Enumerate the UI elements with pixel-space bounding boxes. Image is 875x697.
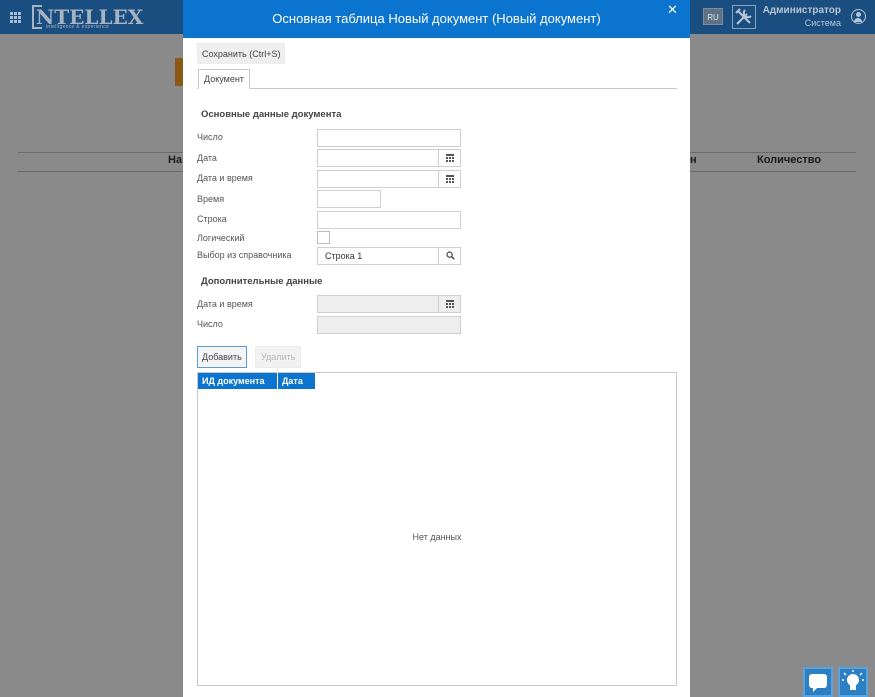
user-name[interactable]: Администратор [763, 5, 841, 16]
dialog-title: Основная таблица Новый документ (Новый д… [272, 11, 601, 26]
chat-icon [809, 674, 827, 692]
tab-divider [197, 88, 677, 89]
background-column-header: На [168, 154, 183, 166]
background-column-header: н [690, 154, 697, 166]
time-input[interactable] [317, 190, 381, 208]
extra-number-input [317, 316, 461, 334]
bool-checkbox[interactable] [317, 231, 330, 244]
intellex-logo[interactable]: NTELLEX intelligence & experience [32, 4, 143, 30]
date-label: Дата [197, 153, 217, 163]
datetime-input[interactable] [317, 170, 439, 188]
calendar-icon [446, 175, 454, 183]
tab-document[interactable]: Документ [198, 69, 250, 89]
add-button[interactable]: Добавить [197, 346, 247, 368]
extra-datetime-input [317, 295, 439, 313]
search-icon [446, 251, 455, 260]
bool-label: Логический [197, 233, 245, 243]
number-label: Число [197, 132, 223, 142]
calendar-icon [446, 154, 454, 162]
string-label: Строка [197, 214, 227, 224]
ref-search-button[interactable] [438, 247, 461, 265]
ref-label: Выбор из справочника [197, 250, 292, 260]
extra-section-title: Дополнительные данные [201, 276, 323, 287]
column-header-doc-id[interactable]: ИД документа [198, 373, 278, 389]
delete-button: Удалить [255, 346, 302, 368]
profile-icon[interactable] [851, 9, 866, 24]
logo-tagline: intelligence & experience [46, 24, 110, 30]
date-picker-button[interactable] [438, 149, 461, 167]
grid-header: ИД документа Дата [198, 373, 315, 389]
chat-button[interactable] [803, 667, 833, 697]
lightbulb-icon [842, 670, 864, 690]
hint-button[interactable] [838, 667, 868, 697]
save-button[interactable]: Сохранить (Ctrl+S) [197, 43, 286, 64]
main-section-title: Основные данные документа [201, 109, 342, 120]
user-role: Система [804, 18, 841, 28]
calendar-icon [446, 300, 454, 308]
extra-datetime-label: Дата и время [197, 299, 253, 309]
background-column-header: Количество [757, 154, 822, 166]
language-button[interactable]: RU [703, 8, 723, 25]
documents-grid[interactable]: ИД документа Дата Нет данных [197, 372, 677, 686]
tools-icon[interactable] [732, 5, 756, 29]
time-label: Время [197, 194, 225, 204]
ref-input[interactable]: Строка 1 [317, 247, 439, 265]
document-dialog: Основная таблица Новый документ (Новый д… [183, 0, 690, 697]
apps-grid-icon[interactable] [10, 12, 21, 23]
datetime-picker-button[interactable] [438, 170, 461, 188]
close-icon[interactable]: ✕ [667, 2, 678, 18]
empty-grid-message: Нет данных [412, 532, 462, 542]
datetime-label: Дата и время [197, 173, 253, 183]
number-input[interactable] [317, 129, 461, 147]
dialog-header: Основная таблица Новый документ (Новый д… [183, 0, 690, 38]
extra-datetime-picker-button [438, 295, 461, 313]
column-header-date[interactable]: Дата [278, 373, 315, 389]
date-input[interactable] [317, 149, 439, 167]
extra-number-label: Число [197, 319, 223, 329]
string-input[interactable] [317, 211, 461, 229]
